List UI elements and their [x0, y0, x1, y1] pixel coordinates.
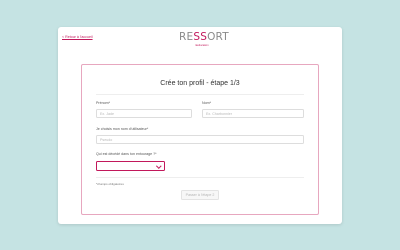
logo-text-end: ORT: [207, 31, 229, 43]
title-divider: [96, 94, 304, 95]
app-window: < Retour à l'accueil RESSORT rééducation…: [58, 27, 342, 224]
first-name-label: Prénom*: [96, 101, 110, 105]
required-fields-note: *champs obligatoires: [96, 182, 124, 186]
next-step-button[interactable]: Passer à l'étape 2: [181, 190, 219, 200]
form-title: Crée ton profil - étape 1/3: [160, 80, 240, 87]
logo-tagline: rééducation: [195, 43, 209, 47]
back-to-home-link[interactable]: < Retour à l'accueil: [62, 35, 93, 39]
username-input[interactable]: [96, 135, 304, 144]
fields-divider: [96, 177, 304, 178]
relationship-label: Qui est décédé dans ton entourage ?*: [96, 152, 157, 156]
profile-form-card: Crée ton profil - étape 1/3 Prénom* Nom*…: [81, 64, 319, 215]
last-name-input[interactable]: [202, 109, 304, 118]
relationship-select[interactable]: [96, 161, 165, 171]
chevron-down-icon: [156, 163, 162, 169]
logo-text-start: RE: [179, 31, 194, 43]
first-name-input[interactable]: [96, 109, 192, 118]
logo-wordmark: RESSORT: [179, 32, 229, 43]
logo-text-mid: SS: [193, 31, 208, 43]
ressort-logo[interactable]: RESSORT rééducation: [179, 32, 229, 49]
last-name-label: Nom*: [202, 101, 211, 105]
username-label: Je choisis mon nom d'utilisateur*: [96, 127, 149, 131]
